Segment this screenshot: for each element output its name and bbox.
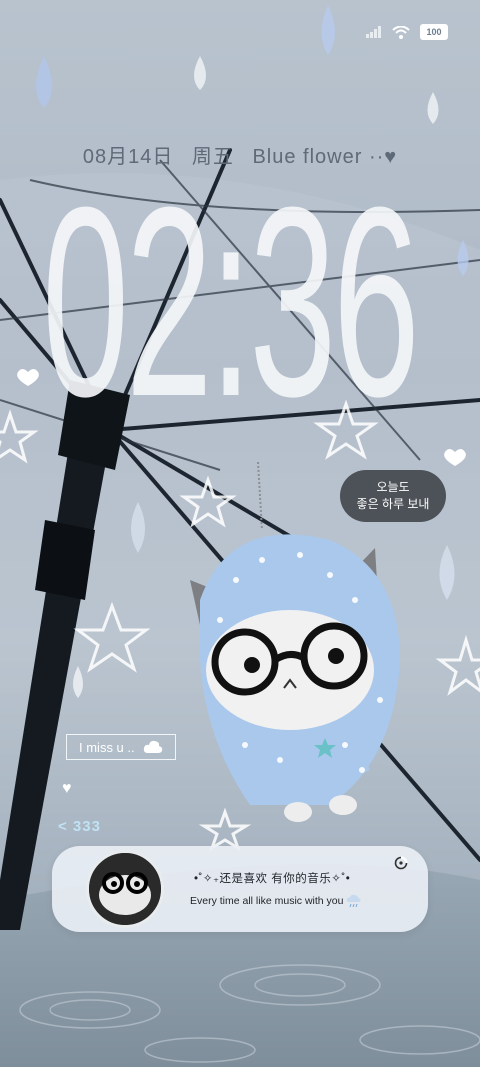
album-avatar[interactable] <box>86 850 164 928</box>
bubble-line-1: 오늘도 <box>376 480 410 494</box>
battery-icon: 100 <box>420 24 448 40</box>
water-ripples <box>19 964 480 1063</box>
bubble-line-2: 좋은 하루 보내 <box>356 497 430 511</box>
cloud-icon <box>143 740 162 753</box>
speech-bubble: 오늘도 좋은 하루 보내 <box>340 470 446 522</box>
status-bar: 100 <box>366 24 448 40</box>
clock-time: 02:36 <box>42 152 420 453</box>
lyric-text: Every time all like music with you <box>190 894 344 907</box>
short-text: < 333 <box>58 818 101 835</box>
miss-text: I miss u .. <box>79 739 135 755</box>
lockscreen-clock: 02:36 <box>0 168 480 448</box>
signal-icon <box>366 26 381 38</box>
song-lyric: Every time all like music with you <box>190 894 362 908</box>
wifi-icon <box>392 25 410 39</box>
music-spinner-icon[interactable] <box>394 856 408 870</box>
rain-cloud-icon <box>347 894 361 908</box>
cat-face-icon <box>89 853 161 925</box>
heart-icon: ♥ <box>62 780 72 797</box>
battery-level: 100 <box>426 27 442 37</box>
song-title: •˚✧₊还是喜欢 有你的音乐✧˚• <box>194 873 351 885</box>
miss-label: I miss u .. <box>66 734 176 760</box>
music-widget[interactable]: •˚✧₊还是喜欢 有你的音乐✧˚• Every time all like mu… <box>52 846 428 932</box>
